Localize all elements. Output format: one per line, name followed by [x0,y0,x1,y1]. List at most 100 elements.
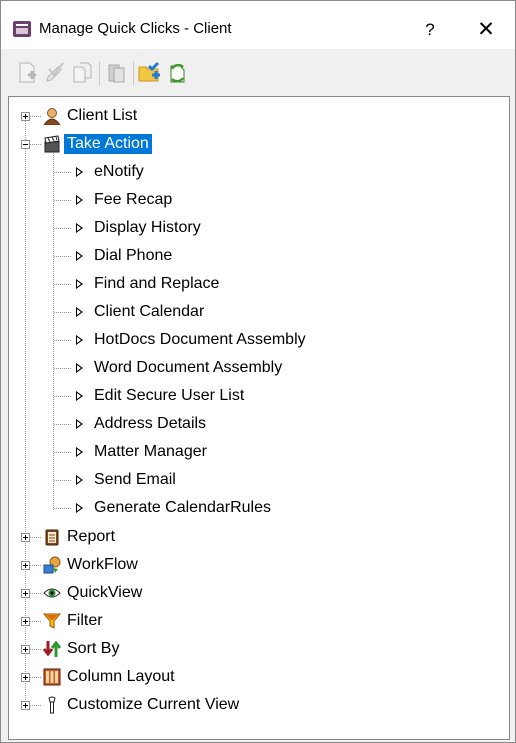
delete-item-icon [108,64,125,83]
tree-line [54,200,72,201]
tree-leaf-hotdocs-document-assembly[interactable]: HotDocs Document Assembly [9,327,507,353]
tree-leaf-label: HotDocs Document Assembly [94,331,306,348]
toolbar-separator [99,61,100,85]
action-arrow-icon [76,279,83,289]
copy-item-button[interactable] [72,61,94,85]
copy-item-icon [73,62,92,83]
tree-line [54,396,72,397]
clapperboard-icon [44,135,60,153]
tree-line [54,480,72,481]
edit-item-icon [46,62,64,82]
collapse-icon[interactable] [21,140,30,149]
tree-leaf-fee-recap[interactable]: Fee Recap [9,187,507,213]
tree-node-sort-by[interactable]: Sort By [9,636,507,662]
tree-node-label: WorkFlow [67,556,138,573]
tree-node-customize-current-view[interactable]: Customize Current View [9,692,507,718]
tree-node-column-layout[interactable]: Column Layout [9,664,507,690]
tree-leaf-matter-manager[interactable]: Matter Manager [9,439,507,465]
workflow-icon [43,556,61,574]
tree-line [54,312,72,313]
expand-icon[interactable] [21,617,30,626]
tree-node-label: Column Layout [67,668,175,685]
wrench-icon [48,696,56,714]
refresh-button[interactable] [167,61,189,85]
tree-line [54,508,72,509]
tree-leaf-label: Address Details [94,415,207,432]
tree-node-filter[interactable]: Filter [9,608,507,634]
tree-leaf-send-email[interactable]: Send Email [9,467,507,493]
action-arrow-icon [76,475,83,485]
tree-leaf-word-document-assembly[interactable]: Word Document Assembly [9,355,507,381]
tree-leaf-label: Word Document Assembly [94,359,283,376]
expand-icon[interactable] [21,561,30,570]
expand-icon[interactable] [21,533,30,542]
tree-leaf-generate-calendarrules[interactable]: Generate CalendarRules [9,495,507,521]
tree-leaf-label: Generate CalendarRules [94,499,271,516]
action-arrow-icon [76,195,83,205]
edit-item-button[interactable] [45,61,67,85]
tree-leaf-label: Edit Secure User List [94,387,245,404]
add-folder-button[interactable] [138,61,160,85]
tree-leaf-label: Dial Phone [94,247,173,264]
tree-leaf-client-calendar[interactable]: Client Calendar [9,299,507,325]
delete-item-button[interactable] [106,61,128,85]
expand-icon[interactable] [21,673,30,682]
expand-icon[interactable] [21,112,30,121]
toolbar [1,49,515,93]
app-icon [13,21,31,37]
tree-line [54,172,72,173]
new-item-icon [19,62,36,83]
quick-clicks-tree[interactable]: Client List Take Action eNotify Fee Reca… [8,96,510,740]
tree-leaf-label: Display History [94,219,201,236]
action-arrow-icon [76,447,83,457]
action-arrow-icon [76,419,83,429]
eye-icon [43,588,61,598]
manage-quick-clicks-window: Manage Quick Clicks - Client ? ✕ Client … [0,0,516,743]
toolbar-separator [133,61,134,85]
tree-leaf-label: Client Calendar [94,303,205,320]
tree-node-label: Sort By [67,640,120,657]
tree-leaf-edit-secure-user-list[interactable]: Edit Secure User List [9,383,507,409]
tree-leaf-display-history[interactable]: Display History [9,215,507,241]
tree-node-quickview[interactable]: QuickView [9,580,507,606]
tree-node-label: Customize Current View [67,696,240,713]
tree-line [54,228,72,229]
expand-icon[interactable] [21,589,30,598]
tree-line [54,340,72,341]
expand-icon[interactable] [21,645,30,654]
tree-leaf-find-and-replace[interactable]: Find and Replace [9,271,507,297]
tree-node-client-list[interactable]: Client List [9,103,507,129]
action-arrow-icon [76,223,83,233]
tree-node-label: Report [67,528,116,545]
tree-node-take-action[interactable]: Take Action [9,131,507,157]
window-title: Manage Quick Clicks - Client [39,20,232,37]
tree-line [54,256,72,257]
new-item-button[interactable] [17,61,39,85]
tree-node-workflow[interactable]: WorkFlow [9,552,507,578]
tree-node-label: Filter [67,612,103,629]
action-arrow-icon [76,335,83,345]
tree-leaf-address-details[interactable]: Address Details [9,411,507,437]
tree-node-label: QuickView [67,584,143,601]
action-arrow-icon [76,251,83,261]
add-folder-icon [138,61,160,82]
tree-line [54,424,72,425]
action-arrow-icon [76,503,83,513]
expand-icon[interactable] [21,701,30,710]
client-person-icon [43,108,61,125]
tree-leaf-label: Fee Recap [94,191,173,208]
tree-node-report[interactable]: Report [9,524,507,550]
tree-line [54,284,72,285]
tree-node-label: Client List [67,107,138,124]
help-button[interactable]: ? [415,16,445,44]
columns-icon [43,668,61,686]
tree-line [54,452,72,453]
action-arrow-icon [76,307,83,317]
refresh-icon [170,63,185,83]
close-button[interactable]: ✕ [469,16,503,44]
tree-node-label: Take Action [64,134,152,154]
tree-leaf-dial-phone[interactable]: Dial Phone [9,243,507,269]
sort-arrows-icon [43,640,61,657]
tree-leaf-enotify[interactable]: eNotify [9,159,507,185]
title-bar: Manage Quick Clicks - Client ? ✕ [1,1,515,49]
